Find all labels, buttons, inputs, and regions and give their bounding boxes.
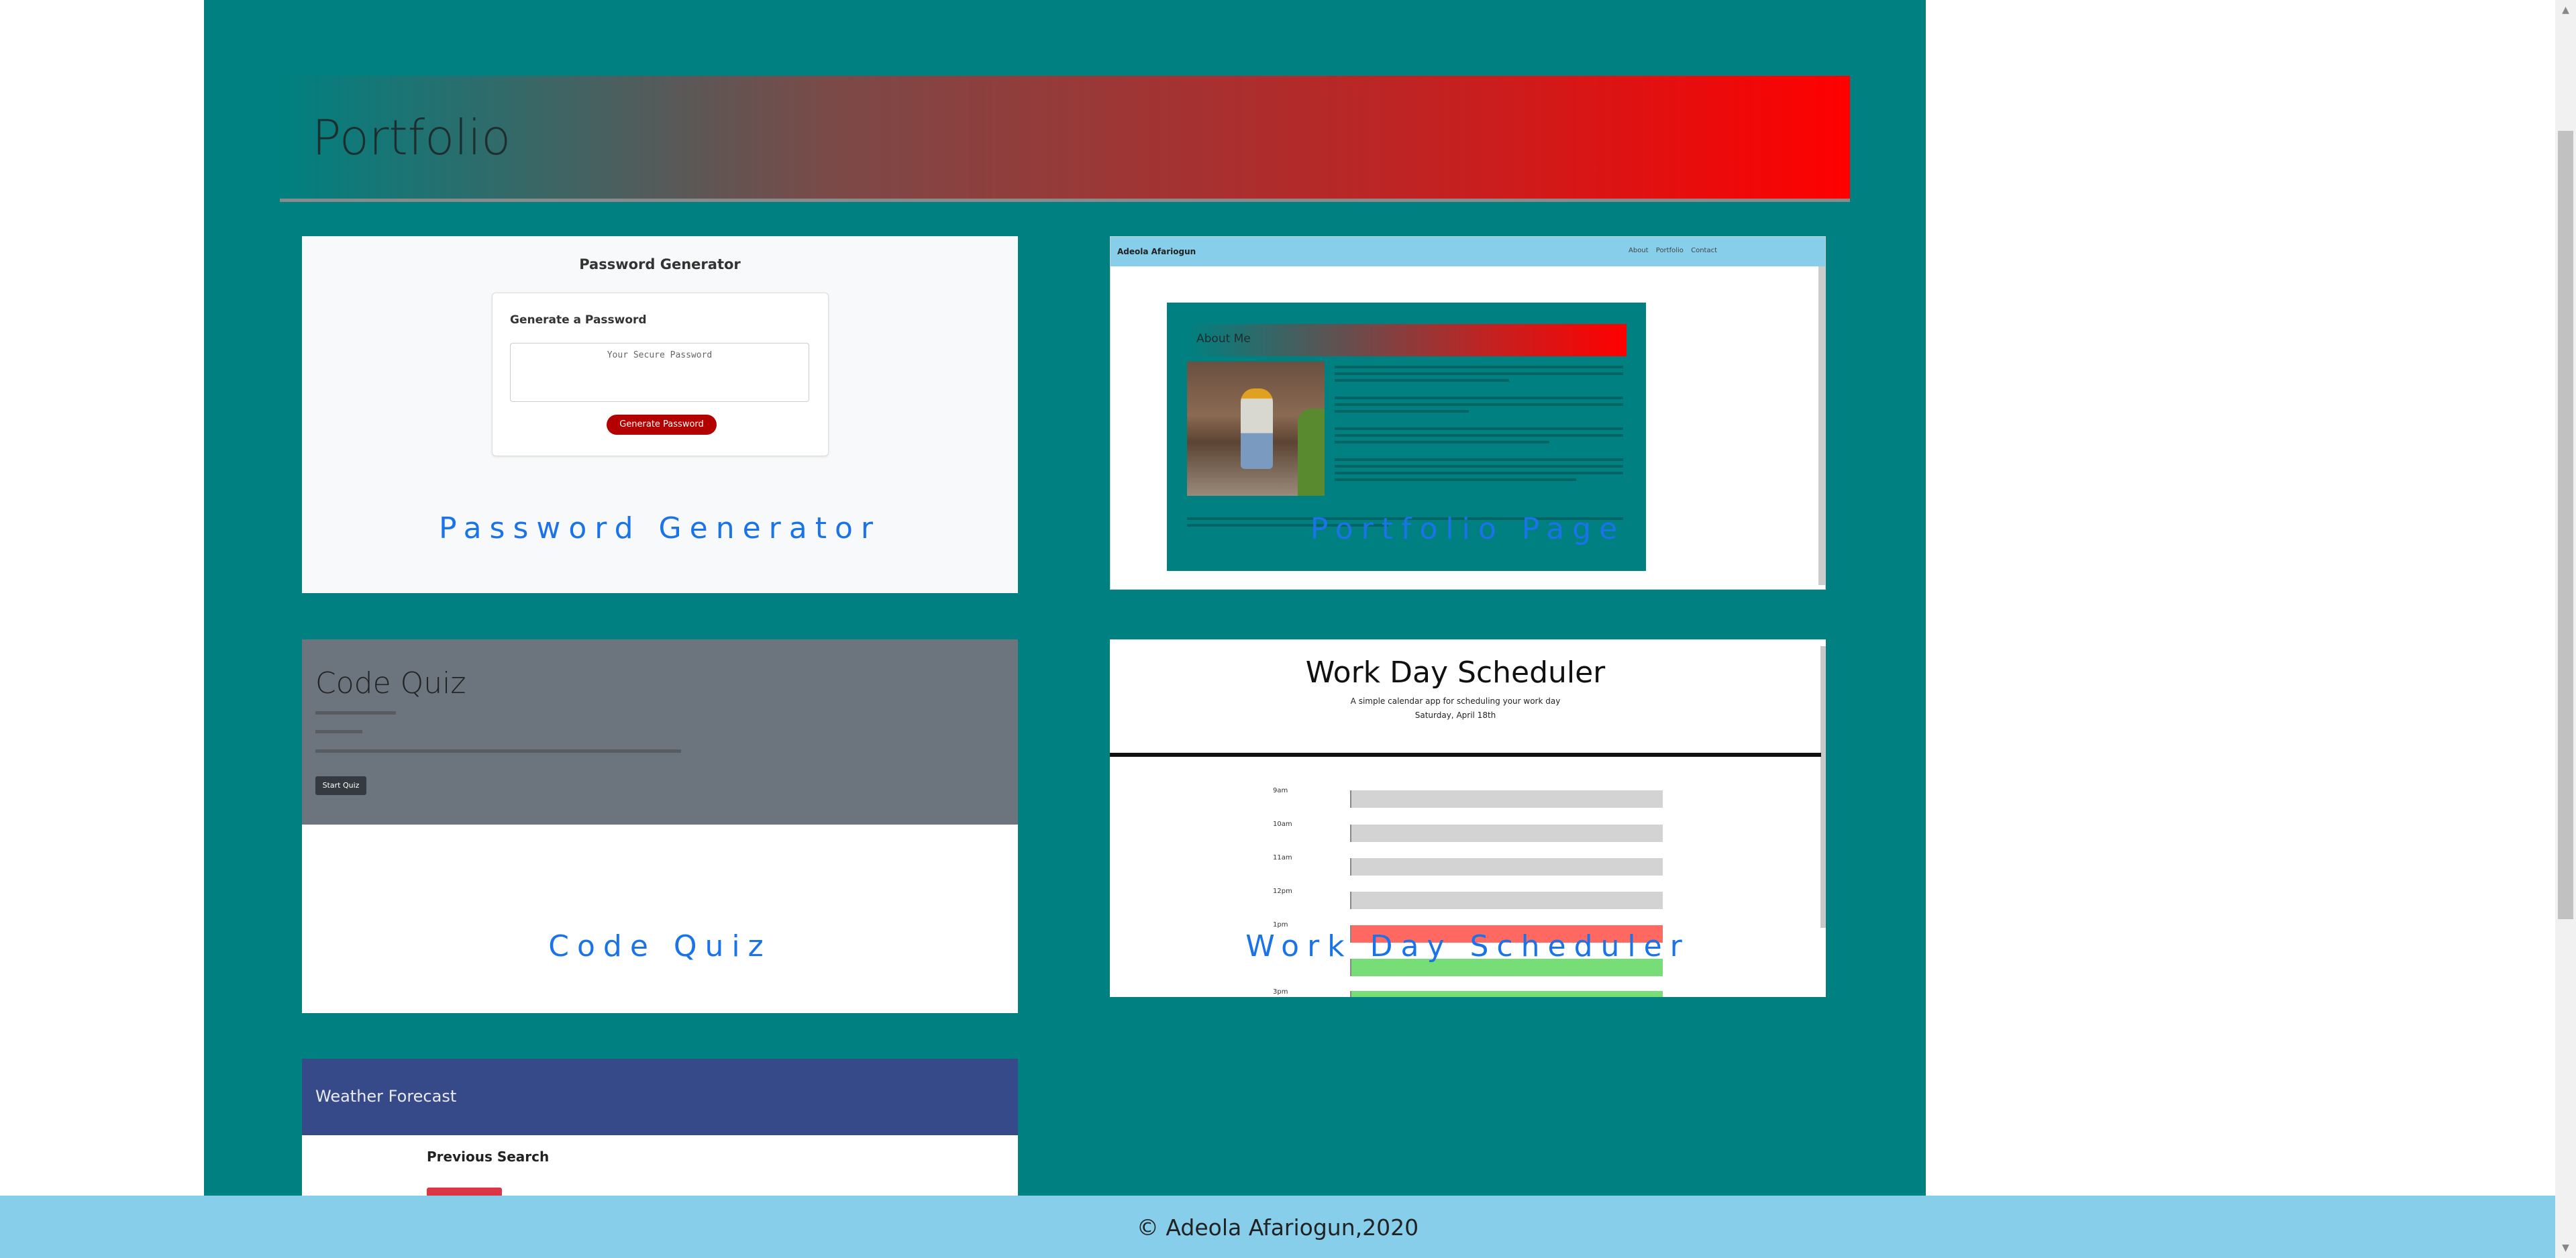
- preview-hour-block: [1350, 892, 1663, 909]
- preview-hour-block: [1350, 858, 1663, 876]
- project-card-work-day-scheduler[interactable]: Work Day Scheduler A simple calendar app…: [1110, 639, 1826, 997]
- preview-text-line: [1335, 410, 1469, 413]
- preview-profile-photo: [1187, 362, 1325, 496]
- footer: © Adeola Afariogun,2020: [0, 1196, 2555, 1258]
- preview-nav-about: About: [1629, 247, 1649, 254]
- preview-about-title: About Me: [1196, 332, 1251, 346]
- project-card-code-quiz[interactable]: Code Quiz Start Quiz Code Quiz: [302, 639, 1018, 1013]
- copyright-text: © Adeola Afariogun,2020: [1136, 1214, 1419, 1241]
- project-card-portfolio-page[interactable]: Adeola Afariogun About Portfolio Contact…: [1110, 236, 1826, 590]
- preview-hour-label: 12pm: [1273, 888, 1292, 895]
- page-title: Portfolio: [312, 109, 511, 166]
- preview-password-field: Your Secure Password: [510, 343, 809, 402]
- project-link-work-day-scheduler[interactable]: Work Day Scheduler: [1110, 929, 1826, 963]
- preview-hour-block: [1350, 991, 1663, 997]
- preview-text-line: [1335, 427, 1623, 430]
- preview-panel: Generate a Password Your Secure Password…: [492, 293, 829, 456]
- project-link-password-generator[interactable]: Password Generator: [302, 511, 1018, 545]
- preview-quiz-text-line: [315, 749, 681, 753]
- preview-hour-label: 11am: [1273, 854, 1292, 861]
- preview-nav-links: About Portfolio Contact: [1629, 247, 1722, 254]
- preview-nav-contact: Contact: [1691, 247, 1717, 254]
- project-link-code-quiz[interactable]: Code Quiz: [302, 929, 1018, 963]
- preview-weather-title: Weather Forecast: [315, 1087, 457, 1106]
- preview-hour-label: 9am: [1273, 787, 1288, 794]
- preview-hour-block: [1350, 790, 1663, 808]
- preview-text-line: [1335, 465, 1623, 468]
- preview-text-line: [1335, 472, 1623, 474]
- plant-figure: [1298, 409, 1325, 496]
- preview-nav-portfolio: Portfolio: [1655, 247, 1684, 254]
- preview-quiz-text-line: [315, 711, 396, 715]
- preview-hour-label: 3pm: [1273, 988, 1288, 996]
- page-header: Portfolio: [280, 76, 1850, 202]
- person-figure: [1241, 388, 1273, 469]
- preview-hour-label: 1pm: [1273, 921, 1288, 929]
- preview-scheduler-date: Saturday, April 18th: [1414, 711, 1496, 720]
- preview-text-line: [1335, 379, 1509, 382]
- scrollbar-thumb[interactable]: [2558, 131, 2573, 919]
- preview-generate-button: Generate Password: [607, 415, 717, 435]
- preview-navbar: Adeola Afariogun About Portfolio Contact: [1111, 237, 1825, 266]
- preview-about-header: About Me: [1187, 324, 1627, 356]
- preview-panel-title: Generate a Password: [510, 313, 647, 327]
- preview-text-line: [1335, 441, 1549, 443]
- preview-hour-label: 10am: [1273, 821, 1292, 828]
- preview-start-quiz-button: Start Quiz: [315, 776, 366, 795]
- preview-text-line: [1335, 458, 1623, 461]
- preview-scheduler-subtitle: A simple calendar app for scheduling you…: [1350, 696, 1561, 706]
- preview-text-line: [1335, 478, 1576, 481]
- scroll-down-arrow-icon[interactable]: ▼: [2555, 1238, 2576, 1258]
- preview-text-line: [1335, 434, 1623, 437]
- project-link-portfolio-page[interactable]: Portfolio Page: [1111, 512, 1825, 546]
- preview-brand: Adeola Afariogun: [1117, 247, 1196, 256]
- preview-divider: [1110, 753, 1821, 757]
- scroll-up-arrow-icon[interactable]: ▲: [2555, 0, 2576, 20]
- preview-quiz-text-line: [315, 730, 362, 733]
- preview-title: Password Generator: [579, 256, 741, 272]
- preview-scrollbar: [1820, 646, 1826, 928]
- preview-text-line: [1335, 397, 1623, 399]
- preview-quiz-header: Code Quiz Start Quiz: [302, 639, 1018, 825]
- preview-text-line: [1335, 403, 1623, 406]
- project-card-password-generator[interactable]: Password Generator Generate a Password Y…: [302, 236, 1018, 593]
- preview-previous-search: Previous Search: [427, 1149, 550, 1165]
- preview-text-line: [1335, 366, 1623, 368]
- preview-quiz-title: Code Quiz: [315, 666, 466, 700]
- page-scrollbar[interactable]: ▲ ▼: [2555, 0, 2576, 1258]
- preview-hour-block: [1350, 825, 1663, 842]
- preview-weather-header: Weather Forecast: [302, 1059, 1018, 1135]
- preview-scheduler-title: Work Day Scheduler: [1305, 656, 1606, 690]
- preview-text-line: [1335, 372, 1623, 375]
